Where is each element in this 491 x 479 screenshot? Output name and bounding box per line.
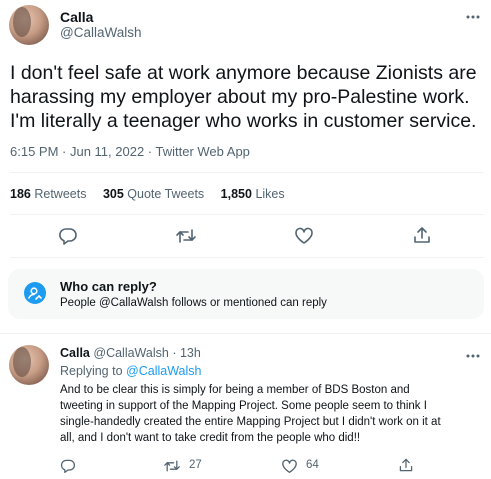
author-handle[interactable]: @CallaWalsh — [60, 25, 141, 40]
reply-header: Calla @CallaWalsh · 13h — [60, 346, 201, 360]
author-display-name[interactable]: Calla — [60, 9, 93, 25]
reply-restriction-text: People @CallaWalsh follows or mentioned … — [60, 297, 327, 309]
likes-label: Likes — [255, 187, 285, 201]
like-icon[interactable] — [281, 459, 298, 479]
reply-text: And to be clear this is simply for being… — [60, 382, 441, 446]
divider — [10, 214, 484, 215]
tweet-stats: 186 Retweets 305 Quote Tweets 1,850 Like… — [10, 187, 285, 201]
reply-author-display-name[interactable]: Calla — [60, 346, 90, 360]
reply-restriction-title: Who can reply? — [60, 279, 157, 294]
reply-text-line: all, and I don't want to take credit fro… — [60, 432, 361, 444]
reply-text-line: single-handedly created the entire Mappi… — [60, 416, 441, 428]
retweet-icon[interactable] — [163, 458, 181, 479]
replying-to-handle[interactable]: @CallaWalsh — [126, 364, 201, 378]
like-icon[interactable] — [294, 227, 314, 250]
retweets-label: Retweets — [34, 187, 87, 201]
avatar[interactable] — [9, 345, 49, 385]
avatar[interactable] — [9, 5, 49, 45]
reply-restriction-icon — [24, 282, 46, 304]
divider — [0, 333, 491, 334]
quote-tweets-stat[interactable]: 305 Quote Tweets — [103, 187, 208, 201]
reply-icon[interactable] — [58, 226, 78, 251]
likes-count: 1,850 — [220, 187, 252, 201]
share-icon[interactable] — [412, 225, 432, 250]
reply-age[interactable]: 13h — [180, 346, 201, 360]
retweet-count: 27 — [189, 459, 202, 471]
tweet-text-line: I'm literally a teenager who works in cu… — [10, 110, 477, 132]
reply-author-handle[interactable]: @CallaWalsh — [93, 346, 168, 360]
retweets-count: 186 — [10, 187, 31, 201]
reply-text-line: tweeting in support of the Mapping Proje… — [60, 400, 427, 412]
tweet-text-line: I don't feel safe at work anymore becaus… — [10, 62, 477, 84]
divider — [10, 257, 484, 258]
quote-tweets-count: 305 — [102, 187, 124, 201]
more-icon[interactable] — [464, 10, 482, 22]
replying-to: Replying to @CallaWalsh — [60, 364, 201, 378]
separator-dot: · — [172, 346, 177, 360]
reply-icon[interactable] — [60, 458, 76, 479]
likes-stat[interactable]: 1,850 Likes — [221, 187, 285, 201]
like-count: 64 — [306, 459, 319, 471]
reply-restriction-notice — [8, 269, 484, 319]
replying-to-label: Replying to — [60, 364, 123, 378]
retweet-icon[interactable] — [175, 226, 197, 251]
reply-text-line: And to be clear this is simply for being… — [60, 384, 410, 396]
more-icon[interactable] — [464, 349, 482, 361]
divider — [10, 172, 484, 173]
tweet-text-line: harassing my employer about my pro-Pales… — [10, 86, 470, 108]
share-icon[interactable] — [398, 457, 414, 478]
quote-tweets-label: Quote Tweets — [127, 187, 205, 201]
retweets-stat[interactable]: 186 Retweets — [10, 187, 90, 201]
tweet-text: I don't feel safe at work anymore becaus… — [10, 61, 477, 133]
tweet-timestamp[interactable]: 6:15 PM · Jun 11, 2022 · Twitter Web App — [10, 144, 250, 159]
